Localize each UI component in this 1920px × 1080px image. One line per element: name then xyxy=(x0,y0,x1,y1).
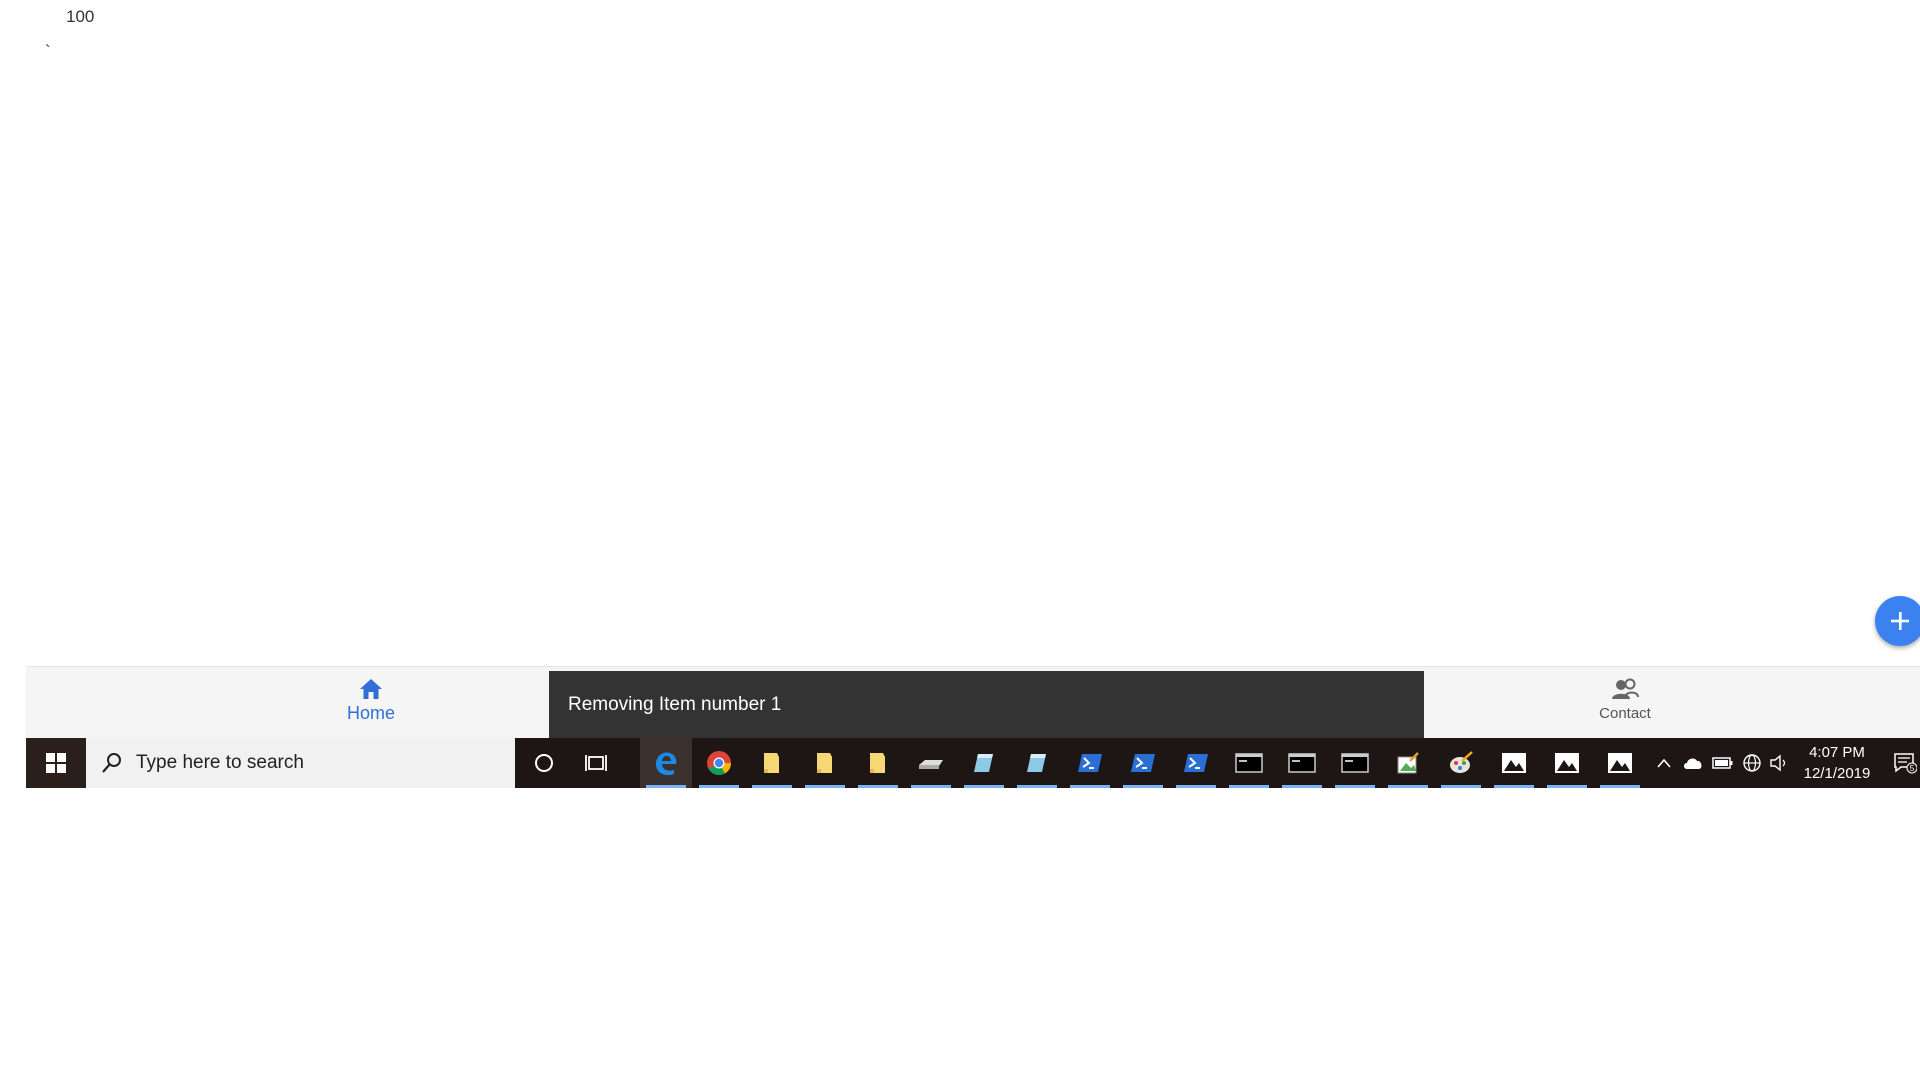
powershell-icon xyxy=(1184,754,1208,772)
taskbar-app-edge[interactable] xyxy=(640,738,692,788)
photos-icon xyxy=(1608,753,1632,773)
cortana-button[interactable] xyxy=(518,738,570,788)
clock-time: 4:07 PM xyxy=(1809,744,1865,761)
action-center-button[interactable]: 5 xyxy=(1890,738,1920,788)
home-icon xyxy=(360,679,382,699)
volume-tray[interactable] xyxy=(1766,738,1792,788)
network-tray[interactable] xyxy=(1738,738,1766,788)
taskbar-app-powershell-2[interactable] xyxy=(1117,738,1169,788)
nav-item-contact[interactable]: Contact xyxy=(1577,677,1673,733)
taskbar-app-drive[interactable] xyxy=(905,738,957,788)
chevron-up-icon xyxy=(1657,758,1671,768)
clock-date: 12/1/2019 xyxy=(1803,765,1871,782)
taskbar-app-notepad-1[interactable] xyxy=(958,738,1010,788)
file-explorer-icon xyxy=(764,753,779,773)
powershell-icon xyxy=(1131,754,1155,772)
speaker-icon xyxy=(1770,754,1786,772)
battery-tray[interactable] xyxy=(1708,738,1738,788)
file-explorer-icon xyxy=(817,753,832,773)
nav-contact-label: Contact xyxy=(1599,705,1651,722)
chrome-icon xyxy=(707,751,731,776)
taskbar-search-box[interactable] xyxy=(86,738,515,788)
battery-icon xyxy=(1712,757,1733,769)
photos-icon xyxy=(1502,753,1526,773)
notepad-icon xyxy=(974,754,993,772)
taskbar-app-explorer-3[interactable] xyxy=(852,738,904,788)
powershell-icon xyxy=(1078,754,1102,772)
snackbar-message: Removing Item number 1 xyxy=(568,693,782,715)
file-explorer-icon xyxy=(870,753,885,773)
taskbar-app-photos-1[interactable] xyxy=(1488,738,1540,788)
search-icon xyxy=(102,753,121,773)
taskbar-app-photos-3[interactable] xyxy=(1594,738,1646,788)
taskbar-app-chrome[interactable] xyxy=(693,738,745,788)
taskbar-app-explorer-2[interactable] xyxy=(799,738,851,788)
paint3d-icon xyxy=(1450,751,1473,773)
add-button[interactable] xyxy=(1875,596,1920,646)
notepad-icon xyxy=(1027,754,1046,772)
cmd-icon xyxy=(1341,753,1369,773)
photos-icon xyxy=(1555,753,1579,773)
snackbar: Removing Item number 1 xyxy=(549,671,1424,738)
globe-icon xyxy=(1743,754,1761,772)
taskbar-app-notepad-2[interactable] xyxy=(1011,738,1063,788)
taskbar-app-cmd-3[interactable] xyxy=(1329,738,1381,788)
taskbar-app-cmd-2[interactable] xyxy=(1276,738,1328,788)
taskbar-app-paint[interactable] xyxy=(1382,738,1434,788)
cloud-icon xyxy=(1684,758,1702,769)
paint-icon xyxy=(1397,752,1419,774)
show-hidden-icons-button[interactable] xyxy=(1650,738,1678,788)
task-view-button[interactable] xyxy=(570,738,622,788)
plus-icon xyxy=(1891,612,1909,630)
taskbar-app-powershell-1[interactable] xyxy=(1064,738,1116,788)
stray-character: ` xyxy=(45,42,51,61)
onedrive-tray[interactable] xyxy=(1678,738,1708,788)
search-input[interactable] xyxy=(134,751,498,775)
contacts-icon xyxy=(1612,678,1639,699)
start-button[interactable] xyxy=(26,738,86,788)
nav-home-label: Home xyxy=(346,703,395,723)
notifications-icon: 5 xyxy=(1894,753,1917,774)
taskbar-app-photos-2[interactable] xyxy=(1541,738,1593,788)
taskbar-app-paint3d[interactable] xyxy=(1435,738,1487,788)
cmd-icon xyxy=(1235,753,1263,773)
task-view-icon xyxy=(585,755,607,771)
notification-count: 5 xyxy=(1910,763,1915,773)
edge-icon xyxy=(656,752,677,776)
nav-item-home[interactable]: Home xyxy=(323,677,419,733)
cortana-icon xyxy=(535,754,553,772)
windows-logo-icon xyxy=(46,753,66,773)
cmd-icon xyxy=(1288,753,1316,773)
drive-icon xyxy=(919,760,943,769)
taskbar-app-explorer-1[interactable] xyxy=(746,738,798,788)
item-count-text: 100 xyxy=(66,7,95,26)
taskbar-app-powershell-3[interactable] xyxy=(1170,738,1222,788)
windows-taskbar: 4:07 PM 12/1/2019 5 xyxy=(26,738,1920,788)
system-clock[interactable]: 4:07 PM 12/1/2019 xyxy=(1792,742,1882,786)
taskbar-app-cmd-1[interactable] xyxy=(1223,738,1275,788)
